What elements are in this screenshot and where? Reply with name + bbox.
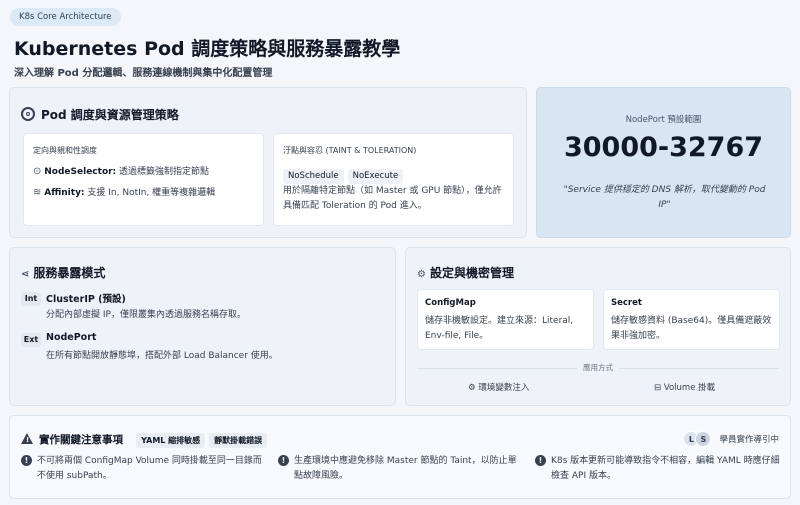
note-item: ! 不可將兩個 ConfigMap Volume 同時掛載至同一目錄而不使用 s… <box>21 454 266 484</box>
gear-icon: ⚙ <box>417 269 426 280</box>
nodeport-card: NodePort 預設範圍 30000-32767 "Service 提供穩定的… <box>536 87 791 238</box>
type-badge: Int <box>21 292 41 306</box>
config-title: 設定與機密管理 <box>429 266 514 280</box>
taint-description: 用於隔離特定節點（如 Master 或 GPU 節點），僅允許具備匹配 Tole… <box>283 186 502 211</box>
config-card: ⚙ 設定與機密管理 ConfigMap 儲存非機敏設定。建立來源：Literal,… <box>405 247 791 406</box>
taint-heading: 汙點與容忍 (TAINT & TOLERATION) <box>283 146 417 155</box>
nodeport-label: NodePort 預設範圍 <box>625 115 702 125</box>
scheduling-card: Pod 調度與資源管理策略 定向與親和性調度 ⊙ NodeSelector: 透… <box>9 87 527 238</box>
note-tag: YAML 縮排敏感 <box>136 433 206 448</box>
page-subtitle: 深入理解 Pod 分配邏輯、服務連線機制與集中化配置管理 <box>14 68 273 79</box>
exposure-card: ⋖ 服務暴露模式 Int ClusterIP (預設) 分配內部虛擬 IP，僅限叢… <box>9 247 396 406</box>
exposure-desc: 在所有節點開放靜態埠，搭配外部 Load Balancer 使用。 <box>46 351 278 361</box>
affinity-item: ≋ Affinity: 支援 In, NotIn, 權重等複雜邏輯 <box>33 187 216 198</box>
exposure-name: NodePort <box>46 332 97 343</box>
exposure-name: ClusterIP (預設) <box>46 294 126 305</box>
warning-icon: ! <box>21 433 33 444</box>
layers-icon: ≋ <box>33 187 42 198</box>
secret-name: Secret <box>611 298 642 308</box>
secret-card: Secret 儲存敏感資料 (Base64)。僅具備遮蔽效果非強加密。 <box>603 289 780 350</box>
guide-text: 學員實作導引中 <box>719 435 779 445</box>
configmap-desc: 儲存非機敏設定。建立來源：Literal, Env-file, File。 <box>425 316 574 341</box>
secret-desc: 儲存敏感資料 (Base64)。僅具備遮蔽效果非強加密。 <box>611 316 772 341</box>
type-badge: Ext <box>21 333 41 347</box>
exposure-desc: 分配內部虛擬 IP，僅限叢集內透過服務名稱存取。 <box>46 310 246 320</box>
exposure-item: Int ClusterIP (預設) 分配內部虛擬 IP，僅限叢集內透過服務名稱… <box>21 291 391 325</box>
page-title: Kubernetes Pod 調度策略與服務暴露教學 <box>14 38 401 60</box>
avatar: S <box>695 431 712 447</box>
taint-tags: NoSchedule NoExecute <box>283 163 407 184</box>
configmap-card: ConfigMap 儲存非機敏設定。建立來源：Literal, Env-file… <box>417 289 594 350</box>
share-icon: ⋖ <box>21 269 30 280</box>
drive-icon: ⊟ <box>654 383 662 393</box>
taint-tag: NoSchedule <box>283 169 344 184</box>
category-pill: K8s Core Architecture <box>10 8 121 26</box>
info-icon: ! <box>278 455 289 466</box>
nodeport-quote: "Service 提供穩定的 DNS 解析，取代變動的 Pod IP" <box>563 185 766 210</box>
apply-method: ⚙ 環境變數注入 <box>468 383 530 393</box>
note-item: ! K8s 版本更新可能導致指令不相容，編輯 YAML 時應仔細檢查 API 版… <box>535 454 780 484</box>
taint-tag: NoExecute <box>347 169 404 184</box>
affinity-card: 定向與親和性調度 ⊙ NodeSelector: 透過標籤強制指定節點 ≋ Af… <box>23 133 264 226</box>
scheduling-title: Pod 調度與資源管理策略 <box>41 108 179 122</box>
note-item: ! 生產環境中應避免移除 Master 節點的 Taint，以防止單點故障風險。 <box>278 454 523 484</box>
notes-title: 實作關鍵注意事項 <box>39 434 123 446</box>
taint-card: 汙點與容忍 (TAINT & TOLERATION) NoSchedule NoE… <box>273 133 514 226</box>
note-tag: 靜默掛載錯誤 <box>209 433 268 448</box>
gear-icon: ⚙ <box>468 383 476 393</box>
affinity-heading: 定向與親和性調度 <box>33 146 97 155</box>
check-circle-icon: ⊙ <box>33 166 42 177</box>
info-icon: ! <box>535 455 546 466</box>
apply-label: 應用方式 <box>577 362 619 373</box>
nodeport-range: 30000-32767 <box>563 132 764 163</box>
info-icon: ! <box>21 455 32 466</box>
notes-card: ! 實作關鍵注意事項 YAML 縮排敏感 靜默掛載錯誤 LS 學員實作導引中 ! 不… <box>9 415 791 499</box>
exposure-item: Ext NodePort 在所有節點開放靜態埠，搭配外部 Load Balanc… <box>21 332 391 366</box>
affinity-item: ⊙ NodeSelector: 透過標籤強制指定節點 <box>33 166 210 177</box>
configmap-name: ConfigMap <box>425 298 476 308</box>
target-icon <box>21 107 35 121</box>
exposure-title: 服務暴露模式 <box>33 266 106 280</box>
guide-status: LS 學員實作導引中 <box>683 427 779 447</box>
apply-method: ⊟ Volume 掛載 <box>654 383 716 393</box>
